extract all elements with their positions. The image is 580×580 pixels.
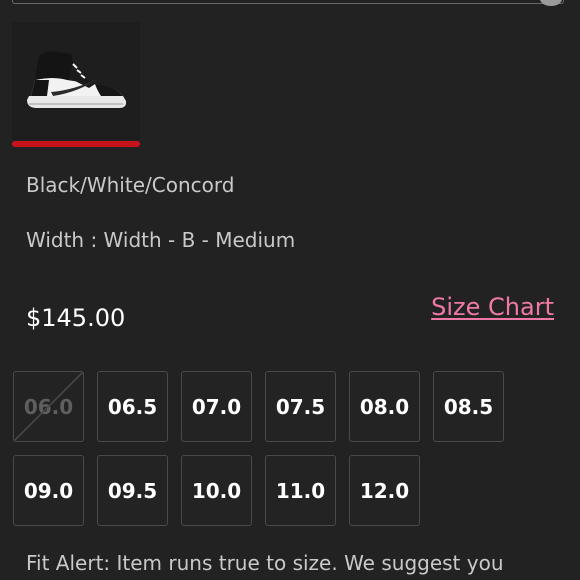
size-button-07-5[interactable]: 07.5 bbox=[265, 371, 336, 442]
size-button-06-0: 06.0 bbox=[13, 371, 84, 442]
size-label: 06.5 bbox=[107, 394, 158, 419]
top-input-field[interactable] bbox=[12, 0, 564, 4]
product-page: Black/White/Concord Width : Width - B - … bbox=[0, 0, 580, 580]
size-label: 08.5 bbox=[443, 394, 494, 419]
size-button-09-0[interactable]: 09.0 bbox=[13, 455, 84, 526]
selected-swatch-indicator bbox=[12, 141, 140, 147]
size-selector: 06.0 06.5 07.0 07.5 08.0 08.5 09.0 09.5 … bbox=[13, 371, 504, 526]
fit-alert-text: Fit Alert: Item runs true to size. We su… bbox=[26, 551, 504, 575]
size-chart-link[interactable]: Size Chart bbox=[431, 293, 554, 321]
size-label: 07.5 bbox=[275, 394, 326, 419]
size-button-08-5[interactable]: 08.5 bbox=[433, 371, 504, 442]
size-label: 10.0 bbox=[191, 478, 242, 503]
size-label: 07.0 bbox=[191, 394, 242, 419]
size-button-07-0[interactable]: 07.0 bbox=[181, 371, 252, 442]
colorway-text: Black/White/Concord bbox=[26, 173, 235, 197]
color-swatch[interactable] bbox=[12, 22, 140, 140]
size-label: 06.0 bbox=[23, 394, 74, 419]
size-button-11-0[interactable]: 11.0 bbox=[265, 455, 336, 526]
size-button-06-5[interactable]: 06.5 bbox=[97, 371, 168, 442]
size-button-10-0[interactable]: 10.0 bbox=[181, 455, 252, 526]
size-label: 08.0 bbox=[359, 394, 410, 419]
size-button-08-0[interactable]: 08.0 bbox=[349, 371, 420, 442]
size-label: 11.0 bbox=[275, 478, 326, 503]
price: $145.00 bbox=[26, 304, 126, 332]
size-label: 09.5 bbox=[107, 478, 158, 503]
sneaker-thumbnail-icon bbox=[27, 51, 127, 108]
width-text: Width : Width - B - Medium bbox=[26, 228, 296, 252]
size-label: 09.0 bbox=[23, 478, 74, 503]
size-label: 12.0 bbox=[359, 478, 410, 503]
field-handle[interactable] bbox=[540, 0, 562, 6]
size-button-12-0[interactable]: 12.0 bbox=[349, 455, 420, 526]
size-button-09-5[interactable]: 09.5 bbox=[97, 455, 168, 526]
